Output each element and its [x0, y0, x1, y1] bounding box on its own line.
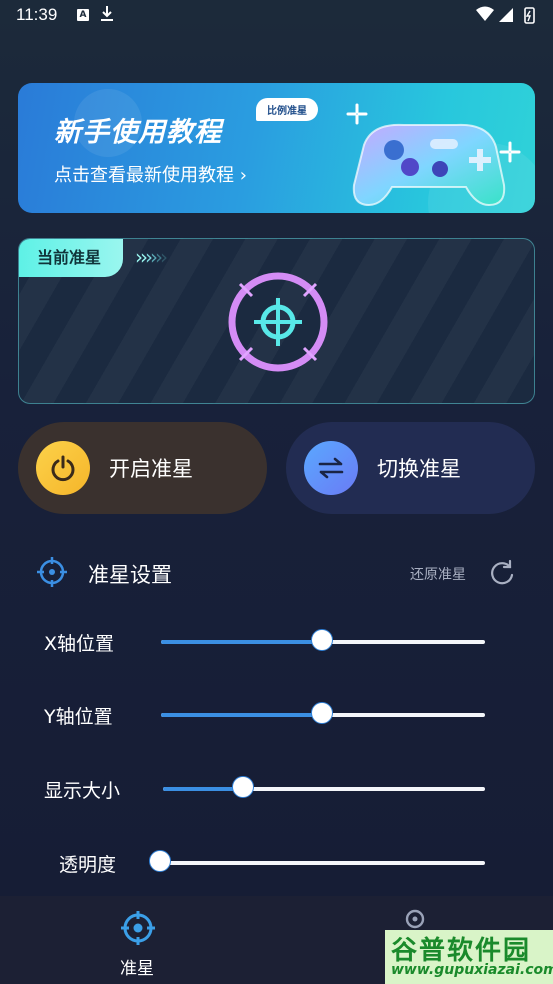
x-position-slider[interactable]	[161, 629, 485, 651]
watermark-logo: 谷普软件园 www.gupuxiazai.com	[385, 930, 553, 984]
slider-row-size: 显示大小	[0, 768, 553, 808]
download-icon	[101, 6, 113, 21]
banner-bubble: 比例准星	[256, 98, 318, 121]
slider-thumb[interactable]	[311, 629, 333, 651]
wifi-icon	[476, 6, 494, 21]
arrows-decoration: ››››››	[135, 245, 168, 269]
watermark-url: www.gupuxiazai.com	[391, 962, 553, 978]
slider-thumb[interactable]	[231, 776, 254, 798]
opacity-slider[interactable]	[149, 850, 485, 872]
size-slider[interactable]	[163, 776, 485, 798]
banner-subtitle: 点击查看最新使用教程 ›	[54, 165, 247, 186]
status-bar: 11:39 A	[0, 0, 553, 32]
refresh-icon[interactable]	[488, 559, 516, 587]
slider-label: Y轴位置	[44, 706, 113, 728]
slider-label: X轴位置	[44, 633, 115, 655]
reset-crosshair-button[interactable]: 还原准星	[410, 564, 466, 584]
open-crosshair-label: 开启准星	[109, 457, 193, 481]
slider-row-x: X轴位置	[0, 621, 553, 661]
crosshair-icon	[121, 911, 155, 945]
current-crosshair-tag: 当前准星	[19, 239, 123, 277]
crosshair-settings-header: 准星设置 还原准星	[0, 548, 553, 598]
gamepad-icon	[352, 123, 506, 207]
slider-row-y: Y轴位置	[0, 694, 553, 734]
status-time: 11:39	[16, 5, 58, 24]
tutorial-banner[interactable]: 新手使用教程 比例准星 点击查看最新使用教程 ›	[18, 83, 535, 213]
slider-thumb[interactable]	[311, 702, 333, 724]
swap-arrows-icon	[304, 441, 358, 495]
open-crosshair-button[interactable]: 开启准星	[18, 422, 267, 514]
signal-icon	[499, 8, 513, 22]
notification-a-icon: A	[77, 9, 89, 21]
nav-label: 准星	[120, 959, 154, 979]
status-icons	[476, 6, 535, 24]
power-icon	[36, 441, 90, 495]
crosshair-icon	[37, 557, 67, 587]
slider-label: 透明度	[59, 854, 117, 876]
crosshair-preview-icon	[228, 272, 328, 372]
slider-thumb[interactable]	[149, 850, 171, 872]
settings-title: 准星设置	[88, 563, 172, 587]
slider-row-opacity: 透明度	[0, 842, 553, 882]
slider-label: 显示大小	[44, 780, 121, 802]
switch-crosshair-button[interactable]: 切换准星	[286, 422, 535, 514]
crosshair-preview-card: 当前准星 ››››››	[18, 238, 535, 404]
y-position-slider[interactable]	[161, 702, 485, 724]
banner-title: 新手使用教程	[54, 117, 222, 148]
switch-crosshair-label: 切换准星	[377, 457, 461, 481]
